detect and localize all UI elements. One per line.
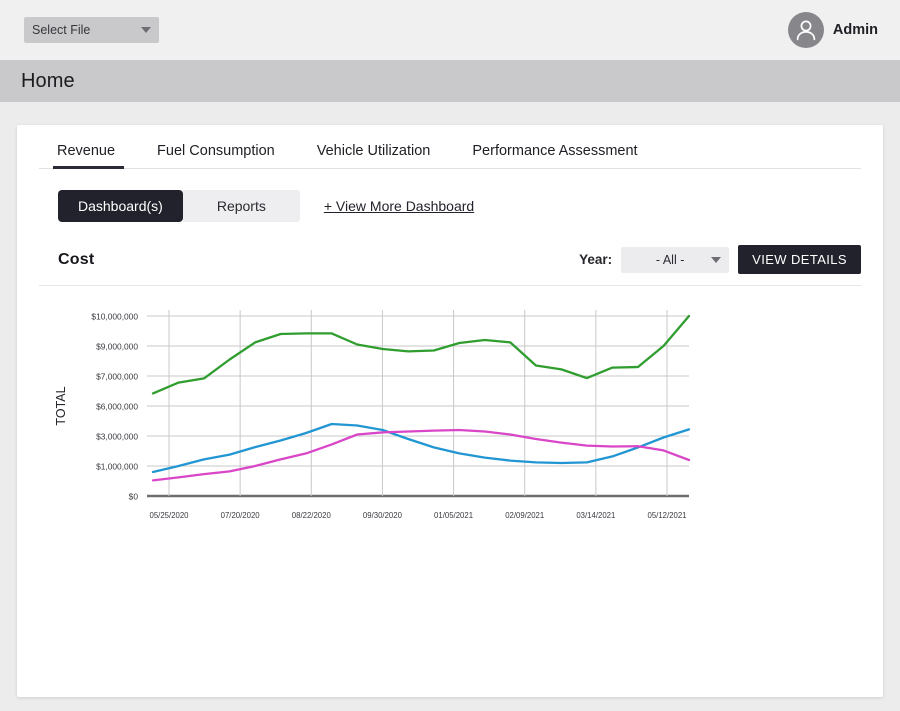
- panel-header: Cost Year: - All - VIEW DETAILS: [39, 245, 861, 286]
- x-axis-tick-label: 03/14/2021: [576, 511, 615, 520]
- user-name-label: Admin: [833, 22, 878, 38]
- chevron-down-icon: [141, 27, 151, 33]
- y-axis-tick-label: $1,000,000: [96, 462, 138, 472]
- chart-series-line-3: [153, 430, 689, 480]
- y-axis-title: TOTAL: [54, 386, 68, 425]
- page-title: Home: [21, 70, 75, 93]
- reports-button-label: Reports: [217, 198, 266, 214]
- view-toggle-group: Dashboard(s) Reports: [58, 190, 300, 222]
- x-axis-tick-label: 09/30/2020: [363, 511, 403, 520]
- panel-title: Cost: [58, 251, 94, 269]
- view-details-button[interactable]: VIEW DETAILS: [738, 245, 861, 274]
- tab-vehicle-utilization[interactable]: Vehicle Utilization: [296, 143, 452, 168]
- select-file-dropdown[interactable]: Select File: [24, 17, 159, 43]
- year-filter-value: - All -: [629, 253, 711, 267]
- reports-button[interactable]: Reports: [183, 190, 300, 222]
- content-wrapper: Revenue Fuel Consumption Vehicle Utiliza…: [0, 102, 900, 697]
- tab-performance-assessment[interactable]: Performance Assessment: [451, 143, 658, 168]
- user-avatar-icon: [788, 12, 824, 48]
- x-axis-tick-label: 05/12/2021: [647, 511, 686, 520]
- x-axis-tick-label: 05/25/2020: [149, 511, 189, 520]
- dashboards-button-label: Dashboard(s): [78, 198, 163, 214]
- cost-chart-svg: $0 $1,000,000 $3,000,000 $6,000,000 $7,000,0…: [39, 304, 895, 554]
- year-filter-label: Year:: [579, 252, 612, 267]
- y-axis-tick-label: $0: [129, 492, 139, 502]
- view-more-dashboard-label: + View More Dashboard: [324, 198, 474, 214]
- year-filter-dropdown[interactable]: - All -: [621, 247, 729, 273]
- panel-controls: Year: - All - VIEW DETAILS: [579, 245, 861, 274]
- view-more-dashboard-link[interactable]: + View More Dashboard: [324, 198, 474, 214]
- x-axis-tick-label: 02/09/2021: [505, 511, 544, 520]
- y-axis-tick-label: $6,000,000: [96, 402, 138, 412]
- tab-performance-assessment-label: Performance Assessment: [472, 143, 637, 159]
- y-axis-tick-label: $7,000,000: [96, 372, 138, 382]
- y-axis-tick-label: $9,000,000: [96, 342, 138, 352]
- tab-vehicle-utilization-label: Vehicle Utilization: [317, 143, 431, 159]
- tab-bar: Revenue Fuel Consumption Vehicle Utiliza…: [39, 125, 861, 169]
- tab-revenue[interactable]: Revenue: [39, 143, 136, 168]
- view-toggle-row: Dashboard(s) Reports + View More Dashboa…: [39, 190, 861, 222]
- dashboards-button[interactable]: Dashboard(s): [58, 190, 183, 222]
- tab-fuel-consumption-label: Fuel Consumption: [157, 143, 275, 159]
- chevron-down-icon: [711, 257, 721, 263]
- cost-line-chart: $0 $1,000,000 $3,000,000 $6,000,000 $7,000,0…: [39, 304, 861, 554]
- page-header-band: Home: [0, 60, 900, 102]
- select-file-label: Select File: [32, 23, 141, 37]
- top-bar: Select File Admin: [0, 0, 900, 60]
- user-menu[interactable]: Admin: [788, 12, 878, 48]
- x-axis-tick-label: 08/22/2020: [292, 511, 332, 520]
- x-axis-tick-label: 07/20/2020: [221, 511, 261, 520]
- y-axis-tick-label: $10,000,000: [91, 312, 138, 322]
- chart-series-line-1: [153, 316, 689, 393]
- tab-fuel-consumption[interactable]: Fuel Consumption: [136, 143, 296, 168]
- dashboard-card: Revenue Fuel Consumption Vehicle Utiliza…: [17, 125, 883, 697]
- tab-revenue-label: Revenue: [57, 143, 115, 159]
- x-axis-tick-label: 01/05/2021: [434, 511, 473, 520]
- y-axis-tick-label: $3,000,000: [96, 432, 138, 442]
